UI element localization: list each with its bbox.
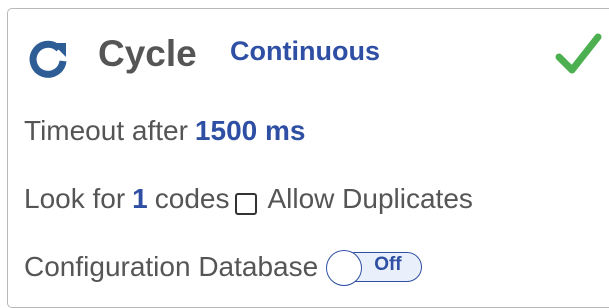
cycle-mode-link[interactable]: Continuous [230,38,380,65]
codes-suffix: codes [154,183,230,214]
timeout-label: Timeout after [24,115,188,146]
config-database-label: Configuration Database [24,251,319,282]
config-database-toggle[interactable]: Off [326,250,423,286]
codes-prefix: Look for [24,183,126,214]
allow-duplicates-label[interactable]: Allow Duplicates [267,185,472,213]
timeout-value[interactable]: 1500 ms [195,117,306,145]
config-row: Configuration Database Off [24,249,423,286]
allow-duplicates-checkbox[interactable] [235,193,258,215]
refresh-icon [29,40,67,78]
codes-count[interactable]: 1 [132,185,148,213]
toggle-knob[interactable] [326,250,363,286]
timeout-row: Timeout after 1500 ms [24,117,305,145]
cycle-settings-panel: Cycle Continuous Timeout after 1500 ms Lo… [7,8,609,308]
cycle-title: Cycle [98,33,197,74]
checkmark-icon [555,33,602,74]
panel-header: Cycle Continuous [8,9,608,99]
codes-row: Look for 1 codes Allow Duplicates [24,183,473,215]
toggle-state-label: Off [374,254,402,275]
